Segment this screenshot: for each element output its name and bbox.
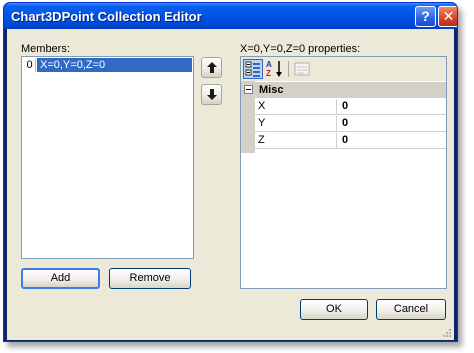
list-item-index: 0 (24, 59, 36, 72)
property-row-y[interactable]: Y 0 (255, 116, 446, 132)
property-value-y[interactable]: 0 (338, 116, 446, 131)
property-row-x[interactable]: X 0 (255, 99, 446, 115)
property-row-z[interactable]: Z 0 (255, 133, 446, 149)
svg-text:A: A (266, 60, 272, 69)
property-grid[interactable]: A Z Misc X 0 Y 0 Z 0 (240, 56, 447, 289)
move-up-button[interactable] (201, 57, 222, 78)
members-label: Members: (21, 43, 70, 55)
resize-grip-icon[interactable] (441, 327, 452, 338)
help-button[interactable]: ? (415, 6, 436, 27)
property-grid-body: Misc X 0 Y 0 Z 0 (241, 81, 446, 288)
list-item-label[interactable]: X=0,Y=0,Z=0 (37, 58, 192, 72)
cancel-button[interactable]: Cancel (376, 299, 446, 320)
property-grid-toolbar: A Z (241, 57, 446, 81)
remove-button[interactable]: Remove (109, 268, 191, 289)
alphabetical-button[interactable]: A Z (265, 59, 285, 79)
property-name-y: Y (255, 116, 337, 131)
properties-label: X=0,Y=0,Z=0 properties: (240, 43, 361, 55)
ok-button[interactable]: OK (300, 299, 368, 320)
window-title: Chart3DPoint Collection Editor (11, 9, 202, 24)
category-row-misc[interactable]: Misc (241, 82, 446, 98)
toolbar-separator (288, 61, 289, 77)
categorized-icon (245, 61, 260, 77)
collapse-icon[interactable] (244, 85, 253, 94)
close-button[interactable]: ✕ (438, 6, 457, 27)
property-value-z[interactable]: 0 (338, 133, 446, 148)
property-name-z: Z (255, 133, 337, 148)
list-item[interactable]: 0 X=0,Y=0,Z=0 (23, 58, 192, 72)
title-bar[interactable]: Chart3DPoint Collection Editor ? ✕ (4, 3, 457, 29)
property-name-x: X (255, 99, 337, 114)
property-value-x[interactable]: 0 (338, 99, 446, 114)
svg-text:Z: Z (266, 69, 271, 78)
arrow-down-icon (207, 89, 217, 100)
category-label: Misc (259, 84, 284, 96)
arrow-up-icon (207, 62, 217, 73)
alphabetical-sort-icon: A Z (266, 60, 282, 78)
property-pages-icon (294, 62, 310, 76)
members-list[interactable]: 0 X=0,Y=0,Z=0 (21, 56, 194, 259)
property-pages-button[interactable] (292, 59, 312, 79)
add-button[interactable]: Add (21, 268, 100, 289)
dialog-client-area: Members: 0 X=0,Y=0,Z=0 Add Remove X=0,Y=… (7, 29, 454, 340)
collection-editor-window: Chart3DPoint Collection Editor ? ✕ Membe… (3, 2, 458, 342)
move-down-button[interactable] (201, 84, 222, 105)
categorized-button[interactable] (243, 59, 263, 79)
